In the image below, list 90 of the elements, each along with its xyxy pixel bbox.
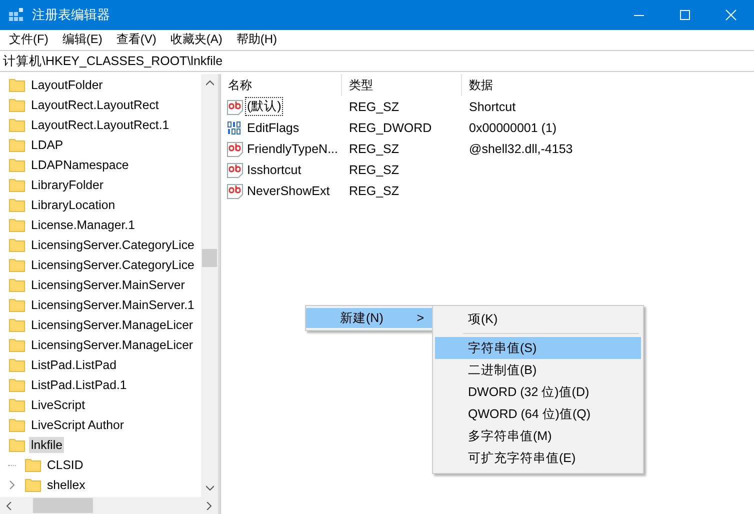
tree-item[interactable]: LiveScript xyxy=(29,397,87,413)
value-type: REG_SZ xyxy=(348,184,400,198)
folder-icon xyxy=(9,238,25,252)
folder-icon xyxy=(25,478,41,492)
folder-icon xyxy=(9,378,25,392)
folder-icon xyxy=(9,178,25,192)
tree-item[interactable]: LayoutFolder xyxy=(29,77,105,93)
folder-icon xyxy=(9,218,25,232)
tree-item[interactable]: LicensingServer.MainServer.1 xyxy=(29,297,196,313)
folder-icon xyxy=(9,98,25,112)
value-type: REG_DWORD xyxy=(348,120,433,134)
chevron-icon[interactable] xyxy=(8,480,16,490)
maximize-icon[interactable] xyxy=(679,9,691,21)
menu-item[interactable]: QWORD (64 位)值(Q) xyxy=(435,403,641,425)
value-name[interactable]: NeverShowExt xyxy=(245,182,332,198)
column-header[interactable]: 类型 xyxy=(342,74,462,96)
tree-item[interactable]: LiveScript Author xyxy=(29,417,126,433)
window-title: 注册表编辑器 xyxy=(32,6,110,24)
menu-item[interactable]: DWORD (32 位)值(D) xyxy=(435,381,641,403)
folder-icon xyxy=(9,158,25,172)
tree-item[interactable]: LicensingServer.CategoryLice xyxy=(29,257,196,273)
tree-item[interactable]: LicensingServer.CategoryLice xyxy=(29,237,196,253)
menu-item[interactable]: 二进制值(B) xyxy=(435,359,641,381)
tree-item[interactable]: LicensingServer.ManageLicer xyxy=(29,337,196,353)
tree-item[interactable]: LDAP xyxy=(29,137,66,153)
tree-item[interactable]: LicensingServer.MainServer xyxy=(29,277,187,293)
tree-item[interactable]: lnkfile xyxy=(29,437,64,453)
scrollbar-thumb[interactable] xyxy=(202,249,217,267)
value-type: REG_SZ xyxy=(348,162,400,176)
tree-item[interactable]: CLSID xyxy=(45,457,86,473)
value-name[interactable]: Isshortcut xyxy=(245,162,304,178)
menu-item[interactable]: 项(K) xyxy=(435,308,641,330)
string-value-icon xyxy=(227,140,243,156)
folder-icon xyxy=(9,78,25,92)
folder-icon xyxy=(25,458,41,472)
menu-item[interactable]: 文件(F) xyxy=(2,31,56,48)
menu-item[interactable]: 可扩充字符串值(E) xyxy=(435,447,641,469)
vertical-scrollbar[interactable] xyxy=(201,74,218,497)
tree-item[interactable]: LibraryFolder xyxy=(29,177,106,193)
folder-icon xyxy=(9,138,25,152)
folder-icon xyxy=(9,278,25,292)
tree-item[interactable]: LicensingServer.ManageLicer xyxy=(29,317,196,333)
column-header[interactable]: 名称 xyxy=(221,74,342,96)
tree-item[interactable]: LayoutRect.LayoutRect xyxy=(29,97,161,113)
tree-item[interactable]: LayoutRect.LayoutRect.1 xyxy=(29,117,172,133)
menu-item[interactable]: 新建(N) > xyxy=(306,308,432,328)
scroll-left-icon[interactable] xyxy=(6,502,12,510)
folder-icon xyxy=(9,318,25,332)
tree-item[interactable]: ListPad.ListPad.1 xyxy=(29,377,129,393)
value-data: 0x00000001 (1) xyxy=(468,120,558,134)
folder-icon xyxy=(9,358,25,372)
address-field[interactable]: 计算机\HKEY_CLASSES_ROOT\lnkfile xyxy=(0,50,754,72)
horizontal-scrollbar[interactable] xyxy=(0,497,218,514)
tree-item[interactable]: License.Manager.1 xyxy=(29,217,137,233)
scrollbar-thumb[interactable] xyxy=(33,498,93,513)
folder-icon xyxy=(9,198,25,212)
menu-item[interactable]: 编辑(E) xyxy=(55,31,110,48)
scroll-up-icon[interactable] xyxy=(206,80,214,86)
tree-item[interactable]: LDAPNamespace xyxy=(29,157,131,173)
value-name[interactable]: (默认) xyxy=(245,97,284,116)
menu-item[interactable]: 查看(V) xyxy=(109,31,164,48)
tree-item[interactable]: shellex xyxy=(45,477,88,493)
binary-value-icon xyxy=(227,120,243,136)
value-data: Shortcut xyxy=(468,100,517,114)
scroll-down-icon[interactable] xyxy=(206,485,214,491)
folder-icon xyxy=(9,298,25,312)
menu-item[interactable]: 字符串值(S) xyxy=(435,337,641,359)
column-header[interactable]: 数据 xyxy=(462,74,602,96)
menu-item[interactable]: 收藏夹(A) xyxy=(163,31,230,48)
folder-icon xyxy=(9,118,25,132)
menu-item[interactable]: 多字符串值(M) xyxy=(435,425,641,447)
value-type: REG_SZ xyxy=(348,100,400,114)
close-icon[interactable] xyxy=(725,9,737,21)
tree-item[interactable]: LibraryLocation xyxy=(29,197,118,213)
folder-icon xyxy=(9,438,25,452)
registry-icon xyxy=(8,7,24,23)
tree-item[interactable]: ListPad.ListPad xyxy=(29,357,118,373)
string-value-icon xyxy=(227,182,243,198)
string-value-icon xyxy=(227,162,243,178)
folder-icon xyxy=(9,338,25,352)
string-value-icon xyxy=(227,98,243,114)
folder-icon xyxy=(9,398,25,412)
folder-icon xyxy=(9,258,25,272)
value-name[interactable]: FriendlyTypeN... xyxy=(245,140,340,156)
value-data: @shell32.dll,-4153 xyxy=(468,142,574,156)
scroll-right-icon[interactable] xyxy=(206,502,212,510)
menu-item[interactable]: 帮助(H) xyxy=(229,31,284,48)
value-name[interactable]: EditFlags xyxy=(245,120,302,136)
value-type: REG_SZ xyxy=(348,142,400,156)
folder-icon xyxy=(9,418,25,432)
